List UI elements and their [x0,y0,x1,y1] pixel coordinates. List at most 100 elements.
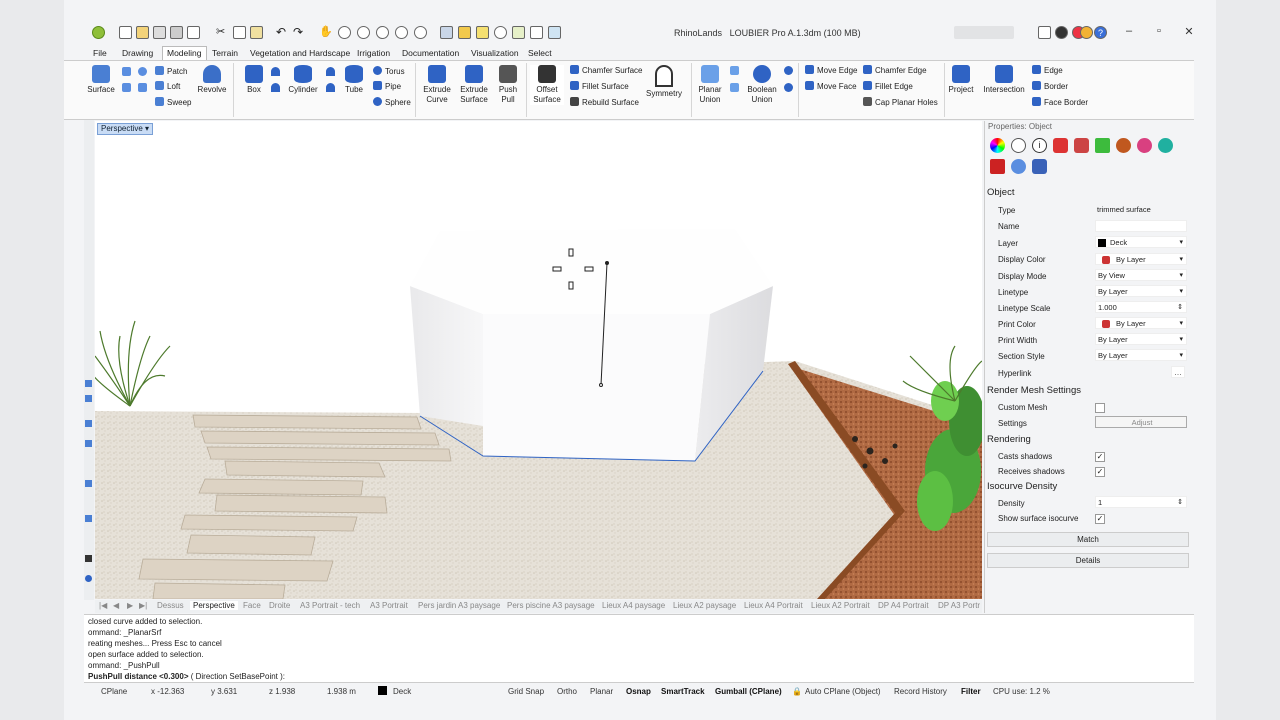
tab-a3-portrait[interactable]: A3 Portrait [370,601,408,610]
cone-tool-icon[interactable] [271,67,283,77]
toolbar-icon-4[interactable] [85,440,92,447]
zoom-extents-icon[interactable] [376,26,389,39]
grid-tool-1-icon[interactable] [122,67,134,77]
texture-icon[interactable] [1074,138,1089,153]
move-face-button[interactable]: Move Face [805,81,857,91]
cut-icon[interactable]: ✂ [216,26,229,39]
cylinder-props-icon[interactable] [1032,159,1047,174]
extrude-surface-button[interactable]: Extrude Surface [457,65,491,105]
menu-vegetation[interactable]: Vegetation and Hardscape [250,48,350,58]
tab-lieux-a4-portrait[interactable]: Lieux A4 Portrait [744,601,803,610]
save-icon[interactable] [153,26,166,39]
adjust-button[interactable]: Adjust [1095,416,1187,428]
toolbar-icon-3[interactable] [85,420,92,427]
rebuild-surface-button[interactable]: Rebuild Surface [570,97,639,107]
help-icon[interactable]: ? [1094,26,1107,39]
settings-gear-icon[interactable] [1080,26,1093,39]
prop-value-layer[interactable]: Deck ▾ [1095,236,1187,248]
palette-icon[interactable] [1137,138,1152,153]
tab-pers-piscine[interactable]: Pers piscine A3 paysage [507,601,595,610]
tab-droite[interactable]: Droite [269,601,290,610]
match-button[interactable]: Match [987,532,1189,547]
status-ortho[interactable]: Ortho [557,687,577,696]
zoom-selected-icon[interactable] [395,26,408,39]
maximize-button[interactable]: ▫ [1151,25,1167,37]
extrude-curve-button[interactable]: Extrude Curve [421,65,453,105]
move-edge-button[interactable]: Move Edge [805,65,857,75]
prop-value-display-color[interactable]: By Layer ▾ [1095,253,1187,265]
environment-icon[interactable] [1158,138,1173,153]
tab-dessus[interactable]: Dessus [157,601,184,610]
status-record-history[interactable]: Record History [894,687,947,696]
paste-icon[interactable] [250,26,263,39]
tools-icon[interactable] [548,26,561,39]
tab-pers-jardin[interactable]: Pers jardin A3 paysage [418,601,500,610]
toolbar-icon-2[interactable] [85,395,92,402]
menu-terrain[interactable]: Terrain [212,48,238,58]
status-cplane[interactable]: CPlane [101,687,127,696]
boolean-tool-4-icon[interactable] [784,83,796,93]
options-icon[interactable] [512,26,525,39]
status-osnap[interactable]: Osnap [626,687,651,696]
material-icon[interactable] [1011,138,1026,153]
tab-perspective[interactable]: Perspective [190,601,238,610]
page-setup-icon[interactable] [187,26,200,39]
push-pull-button[interactable]: Push Pull [495,65,521,105]
tab-dp-a4-portrait[interactable]: DP A4 Portrait [878,601,929,610]
command-prompt[interactable]: PushPull distance <0.300> ( Direction Se… [88,672,285,681]
show-isocurve-checkbox[interactable]: ✓ [1095,514,1105,524]
cap-planar-holes-button[interactable]: Cap Planar Holes [863,97,938,107]
tab-dp-a3-portrait[interactable]: DP A3 Portr [938,601,980,610]
tube-button[interactable]: Tube [343,65,365,95]
status-planar[interactable]: Planar [590,687,613,696]
first-tab-icon[interactable]: |◀ [99,601,107,610]
border-button[interactable]: Border [1032,81,1068,91]
rotate-view-icon[interactable] [414,26,427,39]
project-button[interactable]: Project [947,65,975,95]
menu-visualization[interactable]: Visualization [471,48,519,58]
menu-irrigation[interactable]: Irrigation [357,48,390,58]
details-button[interactable]: Details [987,553,1189,568]
chamfer-edge-button[interactable]: Chamfer Edge [863,65,927,75]
new-file-icon[interactable] [119,26,132,39]
fillet-edge-button[interactable]: Fillet Edge [863,81,913,91]
prop-value-linetype-scale[interactable]: 1.000 ⇕ [1095,301,1187,313]
status-icon-1[interactable] [1038,26,1051,39]
prop-value-display-mode[interactable]: By View ▾ [1095,269,1187,281]
custom-mesh-checkbox[interactable] [1095,403,1105,413]
print-icon[interactable] [170,26,183,39]
status-grid-snap[interactable]: Grid Snap [508,687,544,696]
decal-icon[interactable] [1053,138,1068,153]
loft-button[interactable]: Loft [155,81,180,91]
symmetry-button[interactable]: Symmetry [644,65,684,99]
status-layer[interactable]: Deck [393,687,411,696]
revolve-button[interactable]: Revolve [196,65,228,95]
sphere-material-icon[interactable] [1116,138,1131,153]
menu-modeling[interactable]: Modeling [162,46,207,60]
hyperlink-browse-button[interactable]: … [1171,366,1185,378]
pencil-icon[interactable] [476,26,489,39]
tab-a3-portrait-tech[interactable]: A3 Portrait - tech [300,601,360,610]
cylinder-button[interactable]: Cylinder [288,65,318,95]
toolbar-icon-5[interactable] [85,480,92,487]
toolbar-icon-8[interactable] [85,575,92,582]
shade-icon[interactable] [440,26,453,39]
grid-tool-3-icon[interactable] [138,67,150,77]
toolbar-icon-6[interactable] [85,515,92,522]
prev-tab-icon[interactable]: ◀ [113,601,119,610]
tab-lieux-a2-paysage[interactable]: Lieux A2 paysage [673,601,736,610]
density-field[interactable]: 1 ⇕ [1095,496,1187,508]
patch-button[interactable]: Patch [155,66,187,76]
status-filter[interactable]: Filter [961,687,981,696]
account-icon[interactable] [954,26,1014,39]
casts-shadows-checkbox[interactable]: ✓ [1095,452,1105,462]
boolean-tool-1-icon[interactable] [730,66,742,76]
sphere-button[interactable]: Sphere [373,97,411,107]
fillet-surface-button[interactable]: Fillet Surface [570,81,629,91]
close-button[interactable]: ✕ [1181,25,1197,38]
tab-lieux-a2-portrait[interactable]: Lieux A2 Portrait [811,601,870,610]
torus-button[interactable]: Torus [373,66,405,76]
layer-color-icon[interactable] [1095,138,1110,153]
paraboloid-tool-icon[interactable] [326,83,338,93]
viewport-label[interactable]: Perspective ▾ [97,123,154,135]
